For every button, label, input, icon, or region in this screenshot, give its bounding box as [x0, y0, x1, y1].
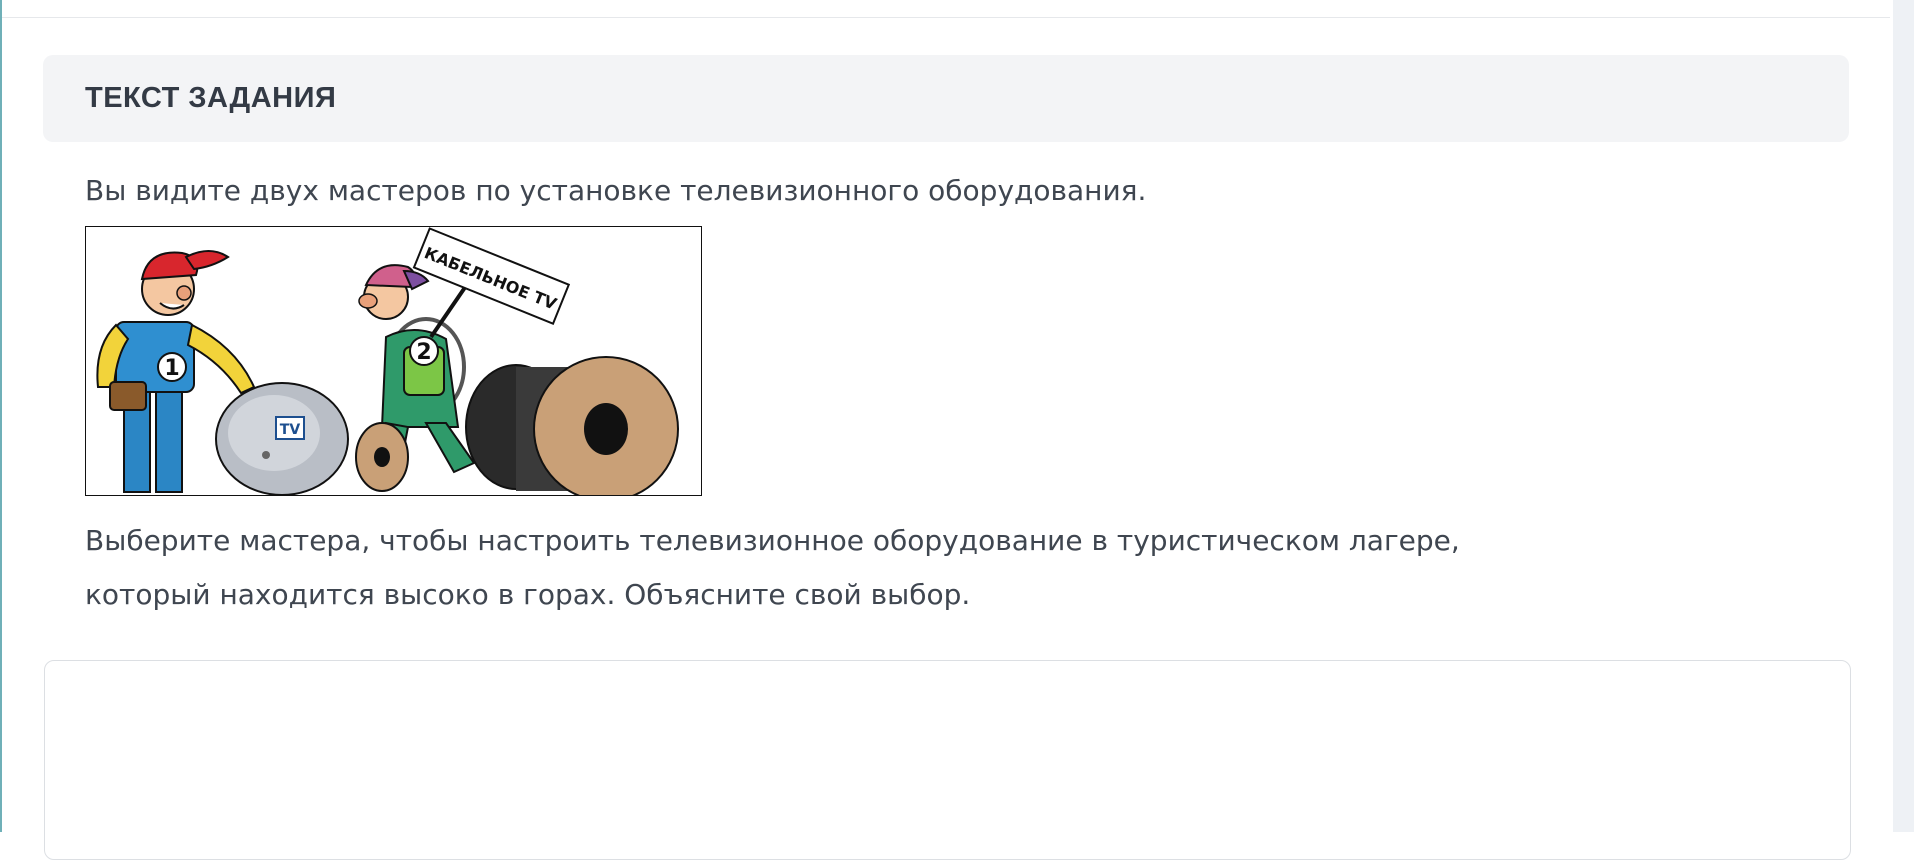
- task-header-panel: ТЕКСТ ЗАДАНИЯ: [43, 55, 1849, 142]
- left-edge-border: [0, 0, 2, 832]
- section-title: ТЕКСТ ЗАДАНИЯ: [85, 82, 337, 114]
- scrollbar-track[interactable]: [1893, 0, 1914, 832]
- master-2-badge: 2: [416, 340, 431, 365]
- master-1-badge: 1: [164, 356, 179, 381]
- satellite-dish: TV: [215, 382, 349, 495]
- answer-textarea[interactable]: [44, 660, 1851, 860]
- top-divider: [2, 17, 1890, 18]
- task-illustration: 1 TV 2 КАБЕЛЬНОЕ TV: [85, 226, 702, 496]
- cable-tv-sign: КАБЕЛЬНОЕ TV: [412, 227, 571, 325]
- task-question-line-2: который находится высоко в горах. Объясн…: [85, 578, 971, 611]
- dish-logo-text: TV: [280, 422, 301, 438]
- task-question-line-1: Выберите мастера, чтобы настроить телеви…: [85, 524, 1460, 557]
- task-intro-text: Вы видите двух мастеров по установке тел…: [85, 174, 1147, 207]
